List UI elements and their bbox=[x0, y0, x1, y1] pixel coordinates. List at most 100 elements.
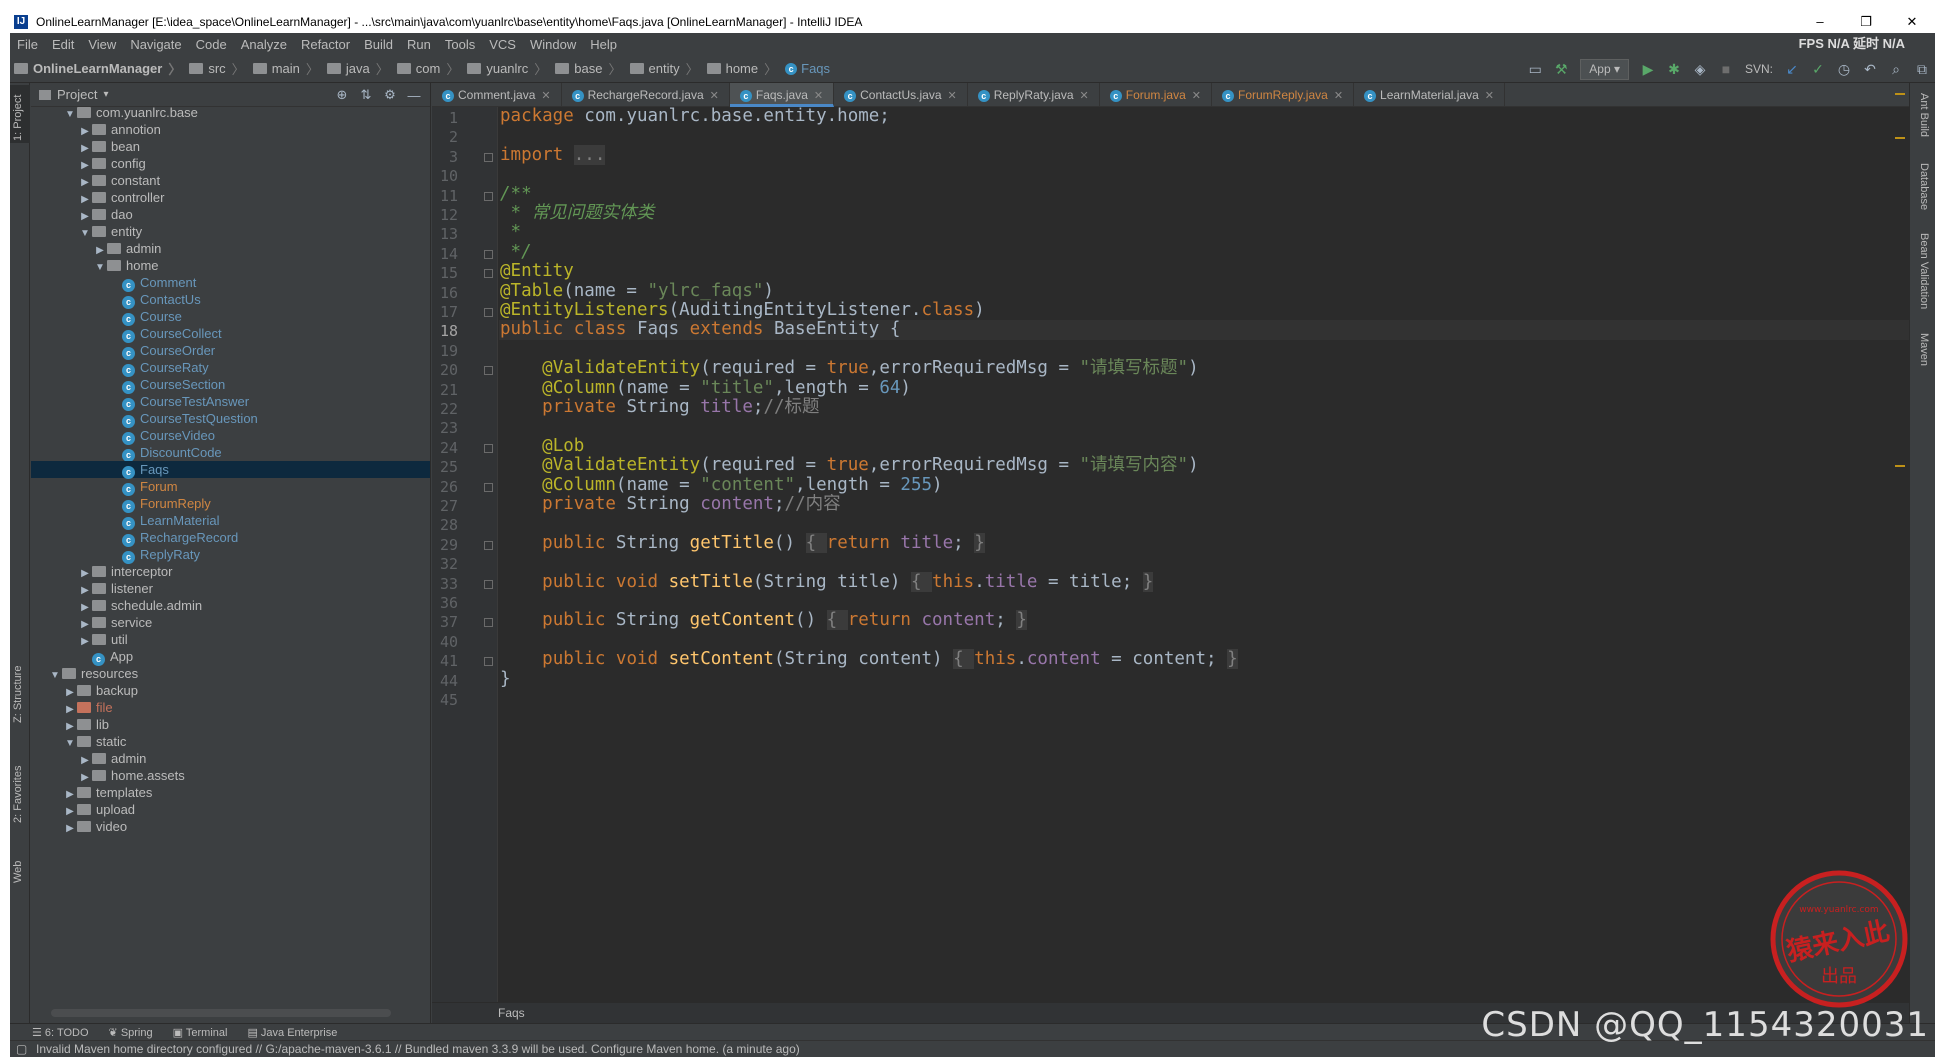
tree-item-controller[interactable]: ▶ controller bbox=[31, 189, 430, 206]
tree-item-coursetestquestion[interactable]: c CourseTestQuestion bbox=[31, 410, 430, 428]
tree-item-home[interactable]: ▼ home bbox=[31, 257, 430, 274]
tab-forum-java[interactable]: c Forum.java ✕ bbox=[1100, 83, 1212, 107]
tree-item-course[interactable]: c Course bbox=[31, 308, 430, 326]
menu-refactor[interactable]: Refactor bbox=[294, 37, 357, 52]
build-hammer-icon[interactable]: ⚒ bbox=[1548, 58, 1574, 80]
menu-analyze[interactable]: Analyze bbox=[234, 37, 294, 52]
code-line[interactable]: public class Faqs extends BaseEntity { bbox=[500, 319, 900, 339]
debug-icon[interactable]: ✱ bbox=[1661, 58, 1687, 80]
code-line[interactable]: private String content;//内容 bbox=[500, 494, 840, 514]
hide-icon[interactable]: — bbox=[402, 88, 426, 103]
warning-marker[interactable] bbox=[1895, 93, 1905, 95]
gear-icon[interactable]: ⚙ bbox=[378, 87, 402, 103]
code-line[interactable]: */ bbox=[500, 242, 532, 262]
tree-item-schedule-admin[interactable]: ▶ schedule.admin bbox=[31, 597, 430, 614]
run-config-select[interactable]: App ▾ bbox=[1580, 58, 1629, 80]
tree-item-learnmaterial[interactable]: c LearnMaterial bbox=[31, 512, 430, 530]
fold-toggle-icon[interactable] bbox=[484, 191, 493, 201]
tab-contactus-java[interactable]: c ContactUs.java ✕ bbox=[834, 83, 968, 107]
menu-window[interactable]: Window bbox=[523, 37, 583, 52]
fold-toggle-icon[interactable] bbox=[484, 657, 493, 667]
menu-tools[interactable]: Tools bbox=[438, 37, 482, 52]
code-line[interactable]: @Column(name = "title",length = 64) bbox=[500, 378, 911, 398]
web-tool-button[interactable]: Web bbox=[12, 861, 24, 883]
maximize-button[interactable]: ❐ bbox=[1843, 10, 1889, 33]
database-tool-button[interactable]: Database bbox=[1918, 163, 1930, 210]
tree-item-forumreply[interactable]: c ForumReply bbox=[31, 495, 430, 513]
code-line[interactable]: @Lob bbox=[500, 436, 584, 456]
tree-item-admin[interactable]: ▶ admin bbox=[31, 750, 430, 767]
tab-forumreply-java[interactable]: c ForumReply.java ✕ bbox=[1212, 83, 1355, 107]
breadcrumb-yuanlrc[interactable]: yuanlrc 〉 bbox=[463, 59, 551, 78]
bean-validation-tool-button[interactable]: Bean Validation bbox=[1918, 233, 1930, 309]
tree-item-coursecollect[interactable]: c CourseCollect bbox=[31, 325, 430, 343]
spring-tool-button[interactable]: ❦ Spring bbox=[109, 1026, 153, 1039]
project-panel-title[interactable]: Project bbox=[57, 87, 97, 102]
menu-code[interactable]: Code bbox=[189, 37, 234, 52]
breadcrumb-main[interactable]: main 〉 bbox=[249, 59, 323, 78]
tab-learnmaterial-java[interactable]: c LearnMaterial.java ✕ bbox=[1354, 83, 1505, 107]
breadcrumb-base[interactable]: base 〉 bbox=[551, 59, 625, 78]
tree-item-backup[interactable]: ▶ backup bbox=[31, 682, 430, 699]
menu-help[interactable]: Help bbox=[583, 37, 624, 52]
tree-item-faqs[interactable]: c Faqs bbox=[31, 461, 430, 479]
tree-item-static[interactable]: ▼ static bbox=[31, 733, 430, 750]
tree-item-entity[interactable]: ▼ entity bbox=[31, 223, 430, 240]
close-tab-icon[interactable]: ✕ bbox=[1334, 90, 1343, 102]
stop-icon[interactable]: ■ bbox=[1713, 58, 1739, 80]
project-tool-button[interactable]: 1: Project bbox=[10, 85, 30, 143]
menu-file[interactable]: File bbox=[10, 37, 45, 52]
project-structure-icon[interactable]: ▭ bbox=[1522, 58, 1548, 80]
fold-toggle-icon[interactable] bbox=[484, 443, 493, 453]
fold-toggle-icon[interactable] bbox=[484, 308, 493, 317]
svn-commit-icon[interactable]: ✓ bbox=[1805, 58, 1831, 80]
menu-view[interactable]: View bbox=[81, 37, 123, 52]
code-line[interactable]: @ValidateEntity(required = true,errorReq… bbox=[500, 358, 1198, 378]
tree-item-comment[interactable]: c Comment bbox=[31, 274, 430, 292]
code-line[interactable]: public String getTitle() { return title;… bbox=[500, 532, 985, 553]
fold-toggle-icon[interactable] bbox=[484, 366, 493, 376]
tree-item-upload[interactable]: ▶ upload bbox=[31, 801, 430, 818]
code-line[interactable]: private String title;//标题 bbox=[500, 397, 819, 417]
close-tab-icon[interactable]: ✕ bbox=[541, 90, 550, 102]
menu-build[interactable]: Build bbox=[357, 37, 400, 52]
tab-comment-java[interactable]: c Comment.java ✕ bbox=[432, 83, 562, 107]
fold-toggle-icon[interactable] bbox=[484, 540, 493, 550]
tree-item-replyraty[interactable]: c ReplyRaty bbox=[31, 546, 430, 564]
breadcrumb-faqs[interactable]: c Faqs bbox=[781, 61, 830, 76]
close-tab-icon[interactable]: ✕ bbox=[1192, 90, 1201, 102]
menu-vcs[interactable]: VCS bbox=[482, 37, 523, 52]
tree-item-courseraty[interactable]: c CourseRaty bbox=[31, 359, 430, 377]
collapse-all-icon[interactable]: ⇅ bbox=[354, 87, 378, 103]
horizontal-scrollbar[interactable] bbox=[51, 1009, 391, 1017]
structure-tool-button[interactable]: Z: Structure bbox=[12, 666, 24, 723]
tree-item-coursetestanswer[interactable]: c CourseTestAnswer bbox=[31, 393, 430, 411]
plugin-icon[interactable]: ⧉ bbox=[1909, 58, 1935, 80]
chevron-down-icon[interactable]: ▾ bbox=[103, 89, 108, 100]
tree-item-util[interactable]: ▶ util bbox=[31, 631, 430, 648]
editor-breadcrumb-label[interactable]: Faqs bbox=[498, 1006, 525, 1020]
maven-tool-button[interactable]: Maven bbox=[1918, 333, 1930, 366]
breadcrumb-com[interactable]: com 〉 bbox=[393, 59, 464, 78]
tree-item-rechargerecord[interactable]: c RechargeRecord bbox=[31, 529, 430, 547]
code-line[interactable]: } bbox=[500, 669, 511, 689]
code-editor[interactable]: 1 package com.yuanlrc.base.entity.home; 2 3… bbox=[432, 107, 1909, 1002]
tree-item-service[interactable]: ▶ service bbox=[31, 614, 430, 631]
fold-toggle-icon[interactable] bbox=[484, 618, 493, 628]
terminal-tool-button[interactable]: ▣ Terminal bbox=[173, 1026, 228, 1039]
status-toggle-icon[interactable]: ▢ bbox=[16, 1041, 27, 1057]
code-line[interactable]: package com.yuanlrc.base.entity.home; bbox=[500, 107, 890, 126]
tab-replyraty-java[interactable]: c ReplyRaty.java ✕ bbox=[968, 83, 1100, 107]
code-line[interactable]: * bbox=[500, 223, 522, 242]
code-line[interactable]: @Column(name = "content",length = 255) bbox=[500, 475, 942, 495]
locate-icon[interactable]: ⊕ bbox=[330, 87, 354, 103]
code-line[interactable]: import ... bbox=[500, 144, 606, 165]
warning-marker[interactable] bbox=[1895, 465, 1905, 467]
tree-item-templates[interactable]: ▶ templates bbox=[31, 784, 430, 801]
menu-run[interactable]: Run bbox=[400, 37, 438, 52]
tree-item-annotion[interactable]: ▶ annotion bbox=[31, 121, 430, 138]
coverage-icon[interactable]: ◈ bbox=[1687, 58, 1713, 80]
history-icon[interactable]: ◷ bbox=[1831, 58, 1857, 80]
code-line[interactable]: @Table(name = "ylrc_faqs") bbox=[500, 281, 774, 301]
breadcrumb-project[interactable]: OnlineLearnManager 〉 bbox=[10, 59, 185, 78]
